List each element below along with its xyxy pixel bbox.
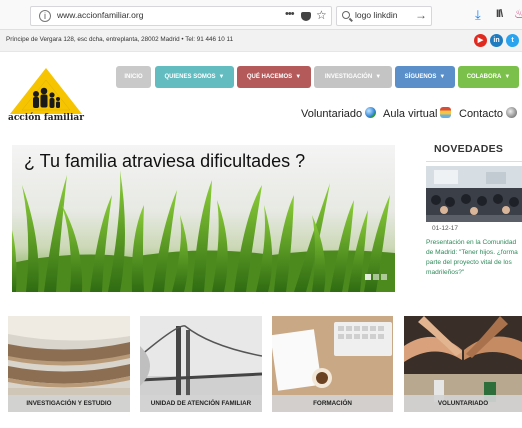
page-actions-menu-icon[interactable]: ••• [285, 8, 295, 20]
card-label: VOLUNTARIADO [404, 395, 522, 412]
slider-dots [363, 267, 387, 285]
download-icon[interactable]: ⤓ [475, 7, 481, 23]
library-icon[interactable]: II\ [496, 8, 503, 20]
logo-text[interactable]: acción familiar [8, 113, 84, 123]
search-go-icon[interactable]: → [415, 8, 427, 22]
card-voluntariado[interactable]: VOLUNTARIADO [404, 316, 522, 412]
chevron-down-icon: ▼ [295, 74, 302, 80]
info-icon[interactable]: i [39, 10, 51, 22]
slider-dot[interactable] [373, 274, 379, 280]
hero-slider[interactable]: ¿ Tu familia atraviesa dificultades ? [12, 145, 395, 292]
voluntariado-link[interactable]: Voluntariado [301, 107, 377, 120]
slider-dot[interactable] [365, 274, 371, 280]
address-bar[interactable]: i www.accionfamiliar.org ••• ☆ [30, 6, 332, 26]
card-label: FORMACIÓN [272, 395, 393, 412]
url-text[interactable]: www.accionfamiliar.org [57, 10, 143, 20]
card-investigacion[interactable]: INVESTIGACIÓN Y ESTUDIO [8, 316, 130, 412]
card-formacion[interactable]: FORMACIÓN [272, 316, 393, 412]
nav-label: COLABORA [466, 74, 502, 80]
aula-virtual-link[interactable]: Aula virtual [383, 107, 452, 120]
nav-inicio[interactable]: INICIO [116, 66, 151, 88]
search-icon [342, 11, 350, 19]
nav-label: INVESTIGACIÓN [324, 74, 373, 80]
slider-dot[interactable] [381, 274, 387, 280]
youtube-icon[interactable]: ▶ [474, 34, 487, 47]
aula-virtual-label: Aula virtual [383, 108, 438, 120]
contacto-link[interactable]: Contacto [459, 107, 518, 120]
contact-globe-icon [506, 107, 518, 118]
nav-siguenos[interactable]: SÍGUENOS ▼ [395, 66, 455, 88]
book-icon [440, 107, 452, 118]
nav-label: QUIENES SOMOS [164, 74, 216, 80]
news-link[interactable]: Presentación en la Comunidad de Madrid: … [426, 238, 522, 278]
nav-quienes-somos[interactable]: QUIENES SOMOS ▼ [155, 66, 234, 88]
chevron-down-icon: ▼ [439, 74, 446, 80]
chevron-down-icon: ▼ [375, 74, 382, 80]
linkedin-icon[interactable]: in [490, 34, 503, 47]
news-date: 01-12-17 [432, 225, 459, 232]
voluntariado-label: Voluntariado [301, 108, 363, 120]
nav-label: INICIO [124, 74, 143, 80]
nav-que-hacemos[interactable]: QUÉ HACEMOS ▼ [237, 66, 311, 88]
pocket-icon[interactable] [301, 12, 311, 21]
hero-title: ¿ Tu familia atraviesa dificultades ? [24, 151, 306, 171]
address-text: Príncipe de Vergara 128, esc dcha, entre… [6, 36, 234, 43]
novedades-heading: NOVEDADES [434, 143, 504, 155]
card-label: INVESTIGACIÓN Y ESTUDIO [8, 395, 130, 412]
chevron-down-icon: ▼ [504, 74, 511, 80]
nav-label: QUÉ HACEMOS [246, 74, 293, 80]
nav-investigacion[interactable]: INVESTIGACIÓN ▼ [314, 66, 392, 88]
extension-icon[interactable]: ♨ [514, 7, 522, 21]
card-label: UNIDAD DE ATENCIÓN FAMILIAR [140, 395, 262, 412]
news-photo[interactable] [426, 166, 522, 222]
twitter-icon[interactable]: t [506, 34, 519, 47]
contact-strip: Príncipe de Vergara 128, esc dcha, entre… [0, 30, 522, 52]
meeting-photo [426, 166, 522, 222]
search-field[interactable]: logo linkdin → [336, 6, 432, 26]
search-input[interactable]: logo linkdin [355, 10, 398, 20]
family-triangle-logo-icon [10, 68, 82, 114]
nav-label: SÍGUENOS [404, 74, 437, 80]
browser-toolbar: i www.accionfamiliar.org ••• ☆ logo link… [0, 0, 522, 30]
bookmark-star-icon[interactable]: ☆ [316, 8, 327, 22]
contacto-label: Contacto [459, 108, 504, 120]
divider [426, 161, 522, 162]
globe-icon [365, 107, 377, 118]
chevron-down-icon: ▼ [218, 74, 225, 80]
nav-colabora[interactable]: COLABORA ▼ [458, 66, 519, 88]
card-unidad-atencion[interactable]: UNIDAD DE ATENCIÓN FAMILIAR [140, 316, 262, 412]
